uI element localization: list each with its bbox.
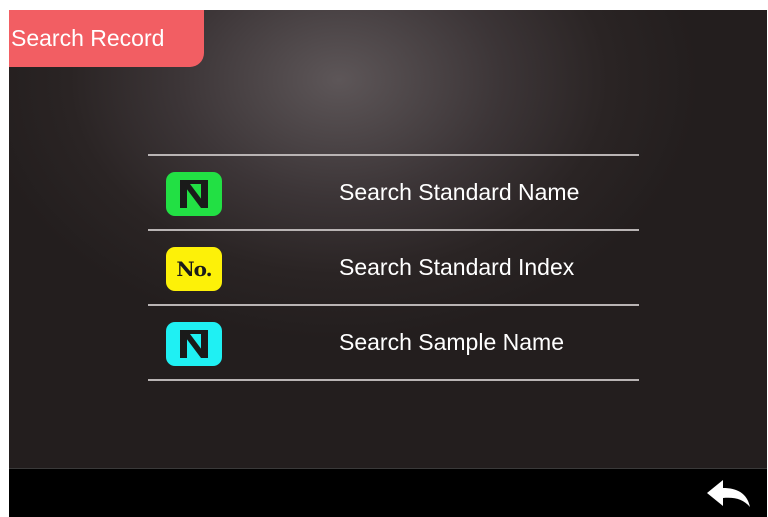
menu-item-label: Search Sample Name (339, 329, 564, 355)
search-menu: Search Standard Name No. Search Standard… (148, 154, 639, 381)
menu-item-label: Search Standard Index (339, 254, 575, 280)
search-record-screen: Search Record Search Standard Name No. S… (9, 10, 767, 517)
search-standard-index-button[interactable]: No. Search Standard Index (148, 231, 639, 304)
search-sample-name-button[interactable]: Search Sample Name (148, 306, 639, 379)
index-number-icon-text: No. (176, 257, 212, 281)
back-button[interactable] (705, 477, 751, 511)
search-standard-name-button[interactable]: Search Standard Name (148, 156, 639, 229)
sample-name-icon (166, 322, 222, 366)
standard-name-icon (166, 172, 222, 216)
menu-divider (148, 379, 639, 381)
page-title: Search Record (9, 10, 204, 67)
footer-bar (9, 468, 767, 517)
back-arrow-icon (707, 480, 750, 507)
menu-item-label: Search Standard Name (339, 179, 580, 205)
index-number-icon: No. (166, 247, 222, 291)
